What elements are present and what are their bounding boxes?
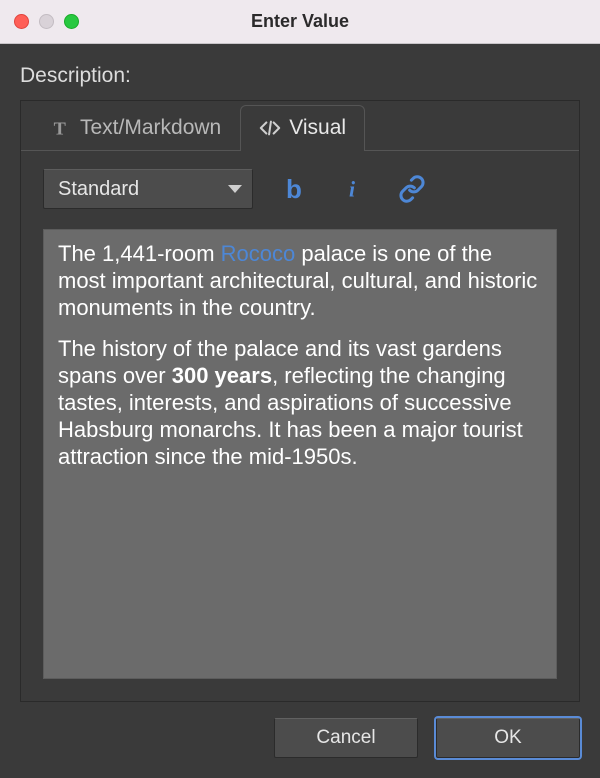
dialog-body: Description: T Text/Markdown Visual St [0, 44, 600, 778]
text-icon: T [50, 117, 72, 139]
tab-label: Text/Markdown [80, 116, 221, 140]
editor-paragraph: The history of the palace and its vast g… [58, 335, 542, 470]
rich-text-editor[interactable]: The 1,441-room Rococo palace is one of t… [43, 229, 557, 679]
tab-label: Visual [289, 116, 346, 140]
cancel-button[interactable]: Cancel [274, 718, 418, 758]
minimize-window-button[interactable] [39, 14, 54, 29]
style-select-value: Standard [58, 178, 139, 201]
tab-text-markdown[interactable]: T Text/Markdown [31, 105, 240, 150]
svg-text:T: T [54, 118, 66, 138]
ok-button-label: OK [494, 727, 521, 749]
chevron-down-icon [228, 185, 242, 193]
zoom-window-button[interactable] [64, 14, 79, 29]
close-window-button[interactable] [14, 14, 29, 29]
svg-text:i: i [349, 178, 355, 202]
ok-button[interactable]: OK [436, 718, 580, 758]
italic-button[interactable]: i [339, 172, 369, 206]
editor-text: The 1,441-room [58, 241, 221, 266]
bold-button[interactable]: b [281, 172, 311, 206]
cancel-button-label: Cancel [316, 727, 375, 749]
window-title: Enter Value [0, 11, 600, 32]
editor-bold: 300 years [172, 363, 272, 388]
code-icon [259, 117, 281, 139]
titlebar: Enter Value [0, 0, 600, 44]
editor-link[interactable]: Rococo [221, 241, 296, 266]
description-tabs-panel: T Text/Markdown Visual Standard b [20, 100, 580, 702]
tab-row: T Text/Markdown Visual [21, 101, 579, 151]
svg-text:b: b [286, 175, 302, 203]
dialog-buttons: Cancel OK [20, 702, 580, 758]
window-controls [14, 14, 79, 29]
style-select[interactable]: Standard [43, 169, 253, 209]
editor-paragraph: The 1,441-room Rococo palace is one of t… [58, 240, 542, 321]
link-button[interactable] [397, 172, 427, 206]
description-label: Description: [20, 64, 580, 88]
editor-toolbar: Standard b i [21, 151, 579, 221]
tab-visual[interactable]: Visual [240, 105, 365, 151]
